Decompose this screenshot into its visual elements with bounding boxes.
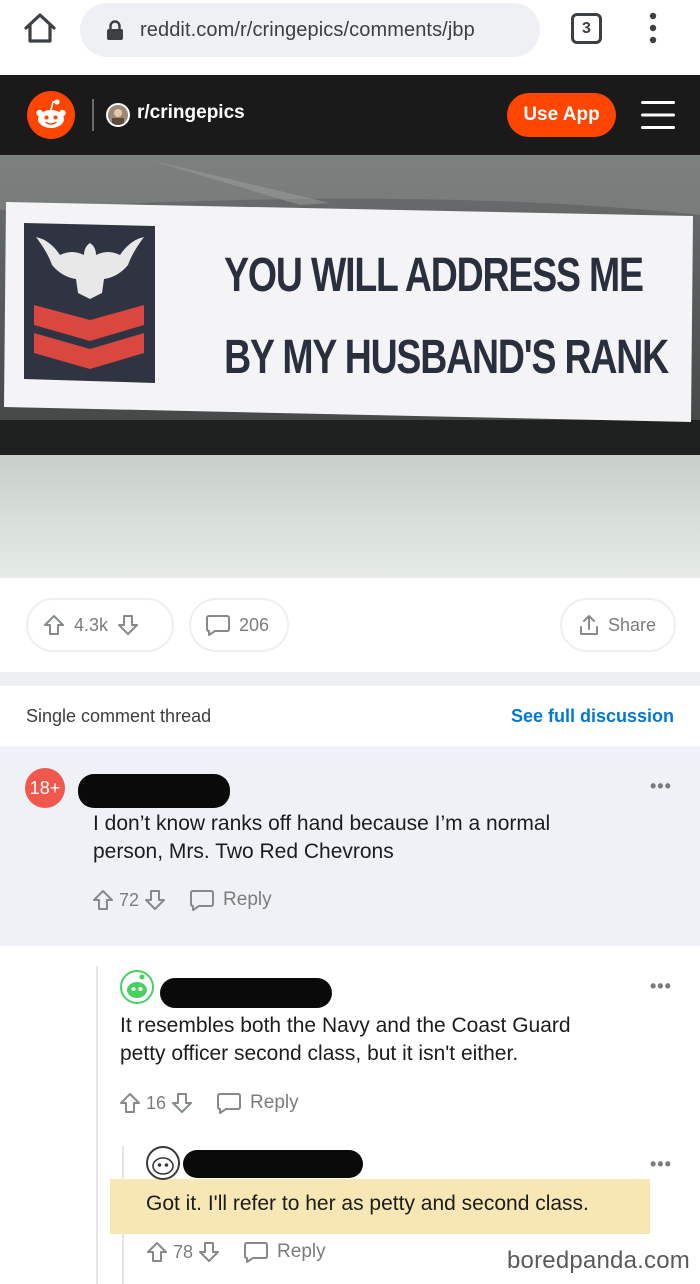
hamburger-menu-icon[interactable] xyxy=(641,99,675,131)
home-icon[interactable] xyxy=(22,10,58,46)
comment-actions: 72 Reply xyxy=(91,888,272,912)
subreddit-name[interactable]: r/cringepics xyxy=(137,102,245,124)
header-divider xyxy=(92,99,94,131)
upvote-icon[interactable] xyxy=(145,1240,169,1264)
more-options-icon[interactable]: ••• xyxy=(650,1154,672,1175)
subreddit-avatar-icon xyxy=(108,105,128,125)
address-bar[interactable]: reddit.com/r/cringepics/comments/jbp xyxy=(80,3,540,57)
comment-score: 72 xyxy=(119,889,140,910)
comment-count: 206 xyxy=(239,614,270,635)
upvote-icon[interactable] xyxy=(91,888,115,912)
downvote-icon[interactable] xyxy=(197,1240,221,1264)
reddit-header: r/cringepics Use App xyxy=(0,75,700,155)
reply-button[interactable]: Reply xyxy=(189,888,272,912)
comment-score: 16 xyxy=(146,1092,167,1113)
user-avatar-icon[interactable] xyxy=(120,970,154,1004)
comment-body-line1: I don’t know ranks off hand because I’m … xyxy=(93,812,551,835)
thread-line[interactable] xyxy=(96,966,98,1284)
comments-button[interactable]: 206 xyxy=(189,598,289,652)
reply-label: Reply xyxy=(250,1092,299,1113)
user-avatar-icon[interactable] xyxy=(146,1146,180,1180)
comment-body-line2: person, Mrs. Two Red Chevrons xyxy=(93,840,394,863)
thread-header: Single comment thread See full discussio… xyxy=(0,686,700,746)
thread-label: Single comment thread xyxy=(26,706,212,726)
reply-button[interactable]: Reply xyxy=(216,1091,299,1115)
comment-top-level: 18+ ••• I don’t know ranks off hand beca… xyxy=(0,746,700,946)
reply-icon xyxy=(217,1093,242,1114)
upvote-icon[interactable] xyxy=(42,613,66,637)
post-action-bar: 4.3k 206 Share xyxy=(0,578,700,672)
url-text: reddit.com/r/cringepics/comments/jbp xyxy=(140,18,475,41)
tab-switcher-button[interactable]: 3 xyxy=(571,13,602,44)
reply-label: Reply xyxy=(277,1241,326,1262)
share-button[interactable]: Share xyxy=(560,598,676,652)
comment-actions: 78 Reply xyxy=(145,1240,326,1264)
downvote-icon[interactable] xyxy=(143,888,167,912)
browser-toolbar: reddit.com/r/cringepics/comments/jbp 3 xyxy=(0,0,700,75)
more-options-icon[interactable]: ••• xyxy=(650,776,672,797)
redacted-username xyxy=(183,1150,363,1178)
reddit-logo-icon[interactable] xyxy=(27,91,75,139)
sticker-text-line2: BY MY HUSBAND'S RANK xyxy=(224,331,669,384)
reply-button[interactable]: Reply xyxy=(243,1240,326,1264)
downvote-icon[interactable] xyxy=(116,613,140,637)
comment-actions: 16 Reply xyxy=(118,1091,299,1115)
comment-score: 78 xyxy=(173,1241,194,1262)
comment-body-line2: petty officer second class, but it isn't… xyxy=(120,1042,519,1065)
downvote-icon[interactable] xyxy=(170,1091,194,1115)
reply-label: Reply xyxy=(223,889,272,910)
lock-icon xyxy=(107,20,123,40)
comment-reply-thread: ••• It resembles both the Navy and the C… xyxy=(0,946,700,1284)
browser-menu-icon[interactable] xyxy=(645,10,661,46)
vote-control: 4.3k xyxy=(26,598,174,652)
section-divider xyxy=(0,672,700,686)
comment-body: Got it. I'll refer to her as petty and s… xyxy=(146,1192,589,1215)
user-avatar[interactable]: 18+ xyxy=(25,768,65,808)
watermark: boredpanda.com xyxy=(507,1247,690,1274)
reply-icon xyxy=(190,890,215,911)
comment-body-line1: It resembles both the Navy and the Coast… xyxy=(120,1014,571,1037)
share-icon xyxy=(580,615,598,635)
more-options-icon[interactable]: ••• xyxy=(650,976,672,997)
reply-icon xyxy=(244,1242,269,1263)
post-image[interactable]: YOU WILL ADDRESS ME BY MY HUSBAND'S RANK xyxy=(0,155,700,578)
see-full-discussion-link[interactable]: See full discussion xyxy=(511,706,674,727)
share-label: Share xyxy=(608,614,657,635)
redacted-username xyxy=(160,978,332,1008)
use-app-button[interactable]: Use App xyxy=(507,93,616,137)
redacted-username xyxy=(78,774,230,808)
upvote-icon[interactable] xyxy=(118,1091,142,1115)
comment-icon xyxy=(206,615,230,636)
subreddit-avatar xyxy=(106,103,130,127)
post-score: 4.3k xyxy=(74,614,109,635)
sticker-text-line1: YOU WILL ADDRESS ME xyxy=(224,249,644,302)
